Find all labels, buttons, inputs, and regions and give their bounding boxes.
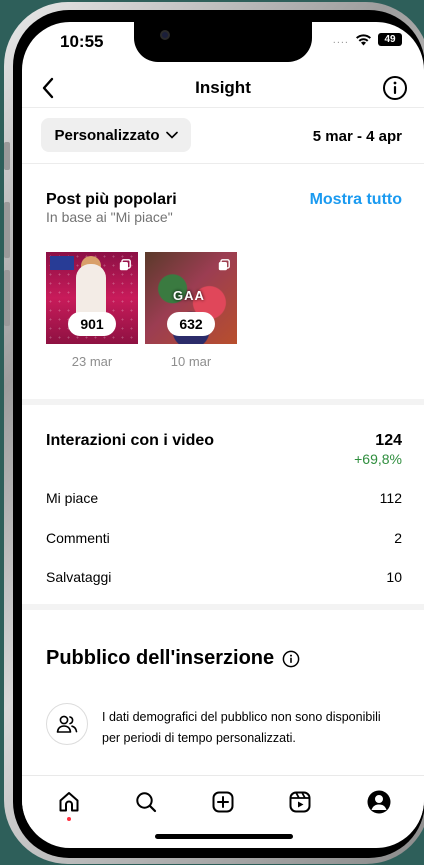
info-icon[interactable] [282, 650, 300, 668]
video-interactions-section: Interazioni con i video 124 +69,8% Mi pi… [22, 405, 424, 609]
filter-row: Personalizzato 5 mar - 4 apr [22, 108, 424, 164]
nav-header: Insight [22, 70, 424, 108]
carousel-icon [218, 259, 230, 271]
post-thumbnail[interactable]: 901 [46, 252, 138, 344]
signal-icon: .... [332, 33, 349, 46]
metric-label-saves: Salvataggi [46, 569, 112, 585]
home-icon [59, 792, 79, 812]
info-icon[interactable] [382, 75, 408, 101]
status-indicators: .... 49 [333, 33, 402, 46]
interactions-change: +69,8% [354, 451, 402, 467]
status-bar: 10:55 .... 49 [22, 22, 424, 70]
section-divider [22, 604, 424, 610]
status-time: 10:55 [60, 32, 104, 51]
post-date: 23 mar [71, 354, 113, 369]
section-title: Pubblico dell'inserzione [46, 647, 300, 670]
metric-label-likes: Mi piace [46, 490, 99, 506]
notch [134, 22, 312, 62]
tab-reels[interactable] [286, 788, 314, 816]
search-icon [136, 792, 157, 813]
likes-count-badge: 901 [68, 312, 116, 336]
metric-label-comments: Commenti [46, 530, 110, 546]
interactions-total: 124 [375, 432, 402, 449]
chevron-down-icon [165, 131, 178, 139]
battery-icon: 49 [378, 33, 402, 46]
profile-icon [367, 790, 391, 814]
period-label: Personalizzato [54, 126, 160, 144]
audience-section: Pubblico dell'inserzione I dati demograf… [22, 615, 424, 775]
create-icon [212, 791, 234, 813]
tab-search[interactable] [132, 788, 160, 816]
likes-count-badge: 632 [167, 312, 215, 336]
top-posts-section: Post più popolari In base ai "Mi piace" … [22, 164, 424, 399]
section-title: Post più popolari [46, 191, 177, 208]
wifi-icon [356, 34, 371, 46]
bottom-nav [22, 775, 424, 829]
notification-dot [67, 817, 71, 821]
post-caption: GAA [173, 288, 205, 303]
camera-icon [160, 30, 170, 40]
carousel-icon [119, 259, 131, 271]
side-button [4, 202, 10, 258]
tab-profile[interactable] [365, 788, 393, 816]
show-all-link[interactable]: Mostra tutto [310, 191, 402, 209]
section-subtitle: In base ai "Mi piace" [46, 209, 173, 225]
post-date: 10 mar [170, 354, 212, 369]
metric-value-likes: 112 [379, 490, 402, 506]
tab-home[interactable] [55, 788, 83, 816]
reels-icon [289, 791, 311, 813]
section-title: Interazioni con i video [46, 432, 215, 449]
page-title: Insight [195, 78, 251, 97]
side-button [4, 270, 10, 326]
screen: 10:55 .... 49 Insight Personalizzato 5 m… [22, 22, 424, 848]
date-range: 5 mar - 4 apr [312, 128, 402, 145]
home-indicator [155, 834, 293, 839]
audience-message: I dati demografici del pubblico non sono… [102, 710, 381, 745]
tab-create[interactable] [209, 788, 237, 816]
side-button [4, 142, 10, 170]
audience-icon-circle [46, 703, 88, 745]
post-flag-image [50, 256, 74, 270]
period-dropdown[interactable]: Personalizzato [41, 118, 191, 152]
metric-value-comments: 2 [394, 530, 402, 546]
post-thumbnail[interactable]: GAA 632 [145, 252, 237, 344]
audience-title: Pubblico dell'inserzione [46, 647, 275, 669]
metric-value-saves: 10 [386, 569, 402, 585]
people-icon [56, 715, 78, 733]
